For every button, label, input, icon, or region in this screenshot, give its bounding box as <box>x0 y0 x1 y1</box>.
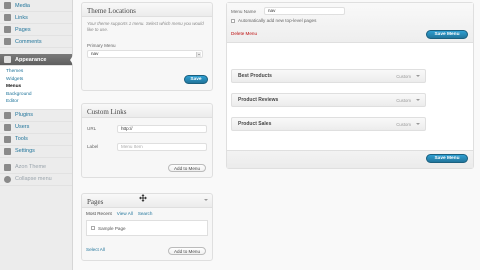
toggle-arrow-icon[interactable] <box>204 199 208 201</box>
menu-editor-panel: Menu Name nav Automatically add new top-… <box>226 2 474 169</box>
pages-tabs: Most Recent View All Search <box>82 208 212 218</box>
admin-sidebar: Media Links Pages Comments Appearance Th… <box>0 0 73 270</box>
menu-item-type: Custom <box>396 121 411 127</box>
theme-locations-note: Your theme supports 1 menu. Select which… <box>87 21 204 32</box>
sidebar-item-label: Users <box>15 124 30 130</box>
sidebar-item-pages[interactable]: Pages <box>0 24 72 36</box>
url-input[interactable]: http:// <box>117 124 207 133</box>
media-icon <box>4 2 11 9</box>
appearance-icon <box>4 56 11 63</box>
custom-links-box: Custom Links URL http:// Label Menu Item… <box>81 103 213 178</box>
comments-icon <box>4 38 11 45</box>
menu-item-label: Product Reviews <box>238 97 279 103</box>
plugins-icon <box>4 111 11 119</box>
page-item-label: Sample Page <box>98 225 126 231</box>
custom-links-title: Custom Links <box>82 104 212 118</box>
pages-title: Pages <box>82 194 212 208</box>
pages-list: Sample Page <box>86 220 208 236</box>
url-label: URL <box>87 126 97 131</box>
sidebar-item-links[interactable]: Links <box>0 12 72 24</box>
sidebar-item-label: Plugins <box>15 112 34 118</box>
submenu-themes[interactable]: Themes <box>0 68 72 76</box>
appearance-submenu: Themes Widgets Menus Background Editor <box>0 66 72 110</box>
save-menu-button-bottom[interactable]: Save Menu <box>426 154 468 163</box>
sidebar-item-label: Comments <box>15 38 42 45</box>
menu-item-label: Best Products <box>238 73 272 79</box>
sidebar-item-label: Media <box>15 2 30 9</box>
menu-editor-header: Menu Name nav Automatically add new top-… <box>227 3 473 43</box>
collapse-icon <box>4 175 11 183</box>
menu-item-product-reviews[interactable]: Product Reviews Custom <box>231 93 426 107</box>
sidebar-collapse[interactable]: Collapse menu <box>0 174 72 186</box>
pages-icon <box>4 26 11 33</box>
page-checkbox[interactable] <box>91 226 95 230</box>
azon-icon <box>4 163 11 171</box>
sidebar-item-azon-theme[interactable]: Azon Theme <box>0 162 72 174</box>
links-icon <box>4 14 11 21</box>
theme-locations-box: Theme Locations Your theme supports 1 me… <box>81 2 213 91</box>
sidebar-item-settings[interactable]: Settings <box>0 146 72 158</box>
menu-item-label: Product Sales <box>238 121 272 127</box>
settings-icon <box>4 147 11 155</box>
sidebar-item-label: Pages <box>15 26 31 33</box>
add-page-button[interactable]: Add to Menu <box>168 247 206 255</box>
sidebar-item-label: Azon Theme <box>15 164 47 170</box>
label-input[interactable]: Menu Item <box>117 142 207 151</box>
sidebar-item-comments[interactable]: Comments <box>0 36 72 48</box>
primary-menu-label: Primary Menu <box>87 43 116 48</box>
theme-locations-title: Theme Locations <box>82 3 212 17</box>
menu-item-product-sales[interactable]: Product Sales Custom <box>231 117 426 131</box>
menu-editor-footer: Save Menu <box>227 150 473 168</box>
sidebar-item-appearance[interactable]: Appearance <box>0 54 72 66</box>
primary-menu-select[interactable]: nav <box>87 50 203 58</box>
sidebar-item-label: Appearance <box>15 56 47 63</box>
sidebar-item-label: Collapse menu <box>15 176 52 182</box>
auto-add-label: Automatically add new top-level pages <box>238 18 317 23</box>
chevron-down-icon[interactable] <box>416 75 420 77</box>
tab-view-all[interactable]: View All <box>117 211 133 218</box>
chevron-down-icon <box>196 52 201 57</box>
delete-menu-link[interactable]: Delete Menu <box>231 31 257 36</box>
save-locations-button[interactable]: Save <box>184 75 208 84</box>
tools-icon <box>4 135 11 143</box>
tab-most-recent[interactable]: Most Recent <box>86 211 112 218</box>
move-cursor-icon <box>139 194 147 202</box>
add-custom-link-button[interactable]: Add to Menu <box>168 164 206 172</box>
label-label: Label <box>87 144 99 149</box>
select-all-link[interactable]: Select All <box>86 247 105 252</box>
users-icon <box>4 123 11 131</box>
chevron-down-icon[interactable] <box>416 99 420 101</box>
sidebar-item-users[interactable]: Users <box>0 122 72 134</box>
sidebar-item-tools[interactable]: Tools <box>0 134 72 146</box>
pages-box: Pages Most Recent View All Search Sample… <box>81 193 213 261</box>
menu-item-type: Custom <box>396 97 411 103</box>
submenu-editor[interactable]: Editor <box>0 98 72 106</box>
submenu-widgets[interactable]: Widgets <box>0 76 72 84</box>
sidebar-item-label: Links <box>15 14 28 21</box>
auto-add-checkbox[interactable] <box>231 18 235 23</box>
save-menu-button-top[interactable]: Save Menu <box>426 30 468 39</box>
chevron-down-icon[interactable] <box>416 123 420 125</box>
primary-menu-value: nav <box>91 51 99 56</box>
submenu-menus[interactable]: Menus <box>0 83 72 91</box>
submenu-background[interactable]: Background <box>0 91 72 99</box>
menu-name-label: Menu Name <box>231 8 257 14</box>
menu-name-input[interactable]: nav <box>264 7 345 15</box>
tab-search[interactable]: Search <box>138 211 153 218</box>
sidebar-item-label: Settings <box>15 148 35 154</box>
sidebar-item-label: Tools <box>15 136 28 142</box>
sidebar-item-plugins[interactable]: Plugins <box>0 110 72 122</box>
menu-item-type: Custom <box>396 73 411 79</box>
sidebar-item-media[interactable]: Media <box>0 0 72 12</box>
menu-item-best-products[interactable]: Best Products Custom <box>231 69 426 83</box>
